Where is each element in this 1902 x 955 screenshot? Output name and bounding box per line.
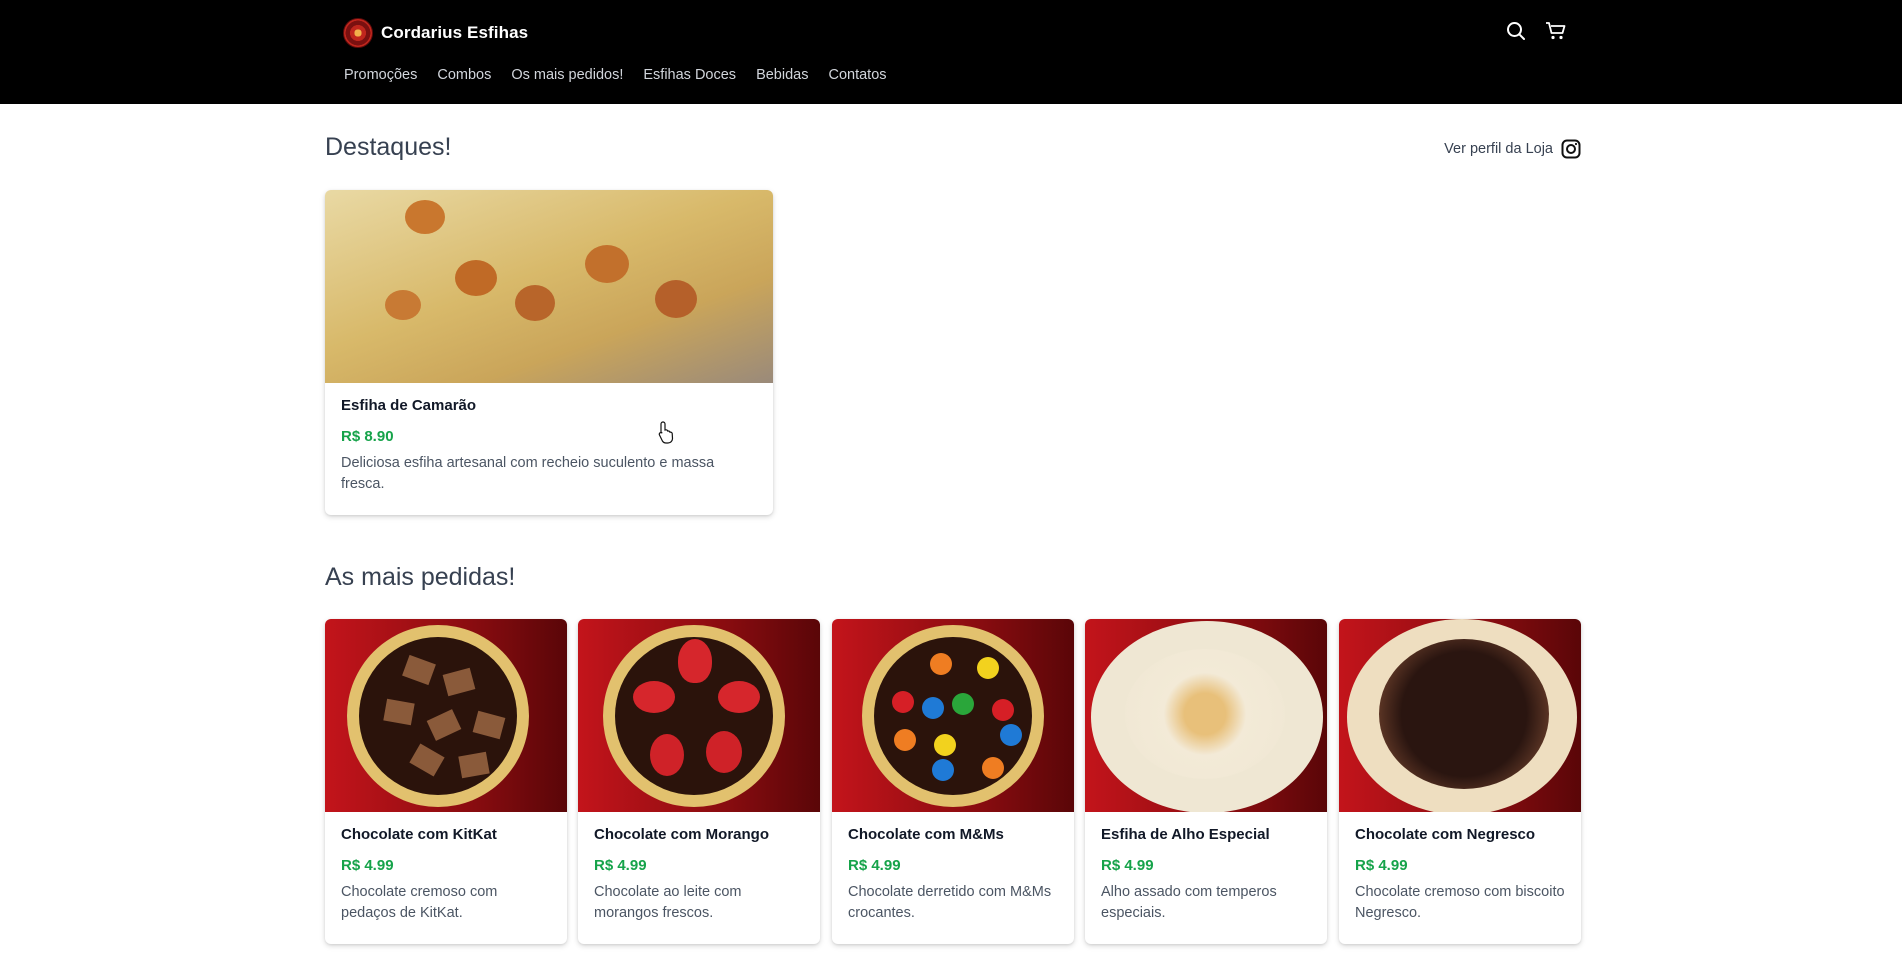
brand[interactable]: Cordarius Esfihas xyxy=(343,16,528,50)
product-description: Chocolate cremoso com pedaços de KitKat. xyxy=(341,884,498,921)
product-name: Chocolate com KitKat xyxy=(341,826,497,843)
product-price: R$ 4.99 xyxy=(1355,857,1408,874)
product-price: R$ 4.99 xyxy=(594,857,647,874)
product-description: Alho assado com temperos especiais. xyxy=(1101,884,1277,921)
popular-title: As mais pedidas! xyxy=(325,563,516,591)
product-card[interactable]: Chocolate com M&Ms R$ 4.99 Chocolate der… xyxy=(832,619,1074,944)
search-icon[interactable] xyxy=(1505,20,1527,42)
product-price: R$ 4.99 xyxy=(848,857,901,874)
product-name: Chocolate com M&Ms xyxy=(848,826,1004,843)
product-image xyxy=(1085,619,1327,812)
product-image xyxy=(1339,619,1581,812)
cart-icon[interactable] xyxy=(1545,20,1567,42)
product-image xyxy=(325,190,773,383)
hand-cursor-icon xyxy=(658,421,674,444)
top-header: Cordarius Esfihas Promoções Combos Os ma… xyxy=(0,0,1902,104)
nav-esfihas-doces[interactable]: Esfihas Doces xyxy=(643,67,736,83)
product-description: Chocolate ao leite com morangos frescos. xyxy=(594,884,742,921)
product-price: R$ 8.90 xyxy=(341,428,394,445)
product-card[interactable]: Chocolate com KitKat R$ 4.99 Chocolate c… xyxy=(325,619,567,944)
product-card[interactable]: Esfiha de Camarão R$ 8.90 Deliciosa esfi… xyxy=(325,190,773,515)
product-name: Esfiha de Camarão xyxy=(341,397,477,414)
product-name: Chocolate com Negresco xyxy=(1355,826,1536,843)
nav-combos[interactable]: Combos xyxy=(437,67,491,83)
product-description: Deliciosa esfiha artesanal com recheio s… xyxy=(341,455,715,492)
nav-mais-pedidos[interactable]: Os mais pedidos! xyxy=(511,67,623,83)
header-icons xyxy=(1505,20,1567,42)
nav-contatos[interactable]: Contatos xyxy=(828,67,886,83)
main-nav: Promoções Combos Os mais pedidos! Esfiha… xyxy=(344,67,907,83)
store-profile-link[interactable]: Ver perfil da Loja xyxy=(1444,139,1581,159)
nav-bebidas[interactable]: Bebidas xyxy=(756,67,808,83)
product-description: Chocolate cremoso com biscoito Negresco. xyxy=(1355,884,1565,921)
product-image xyxy=(832,619,1074,812)
product-price: R$ 4.99 xyxy=(341,857,394,874)
product-image xyxy=(325,619,567,812)
highlights-title: Destaques! xyxy=(325,133,452,161)
product-name: Chocolate com Morango xyxy=(594,826,770,843)
nav-promocoes[interactable]: Promoções xyxy=(344,67,417,83)
product-card[interactable]: Chocolate com Negresco R$ 4.99 Chocolate… xyxy=(1339,619,1581,944)
product-image xyxy=(578,619,820,812)
store-link-label: Ver perfil da Loja xyxy=(1444,141,1553,157)
instagram-icon xyxy=(1561,139,1581,159)
product-price: R$ 4.99 xyxy=(1101,857,1154,874)
brand-logo xyxy=(343,18,373,48)
brand-name: Cordarius Esfihas xyxy=(381,23,529,42)
product-card[interactable]: Esfiha de Alho Especial R$ 4.99 Alho ass… xyxy=(1085,619,1327,944)
product-card[interactable]: Chocolate com Morango R$ 4.99 Chocolate … xyxy=(578,619,820,944)
product-name: Esfiha de Alho Especial xyxy=(1101,826,1270,843)
product-description: Chocolate derretido com M&Ms crocantes. xyxy=(848,884,1052,921)
